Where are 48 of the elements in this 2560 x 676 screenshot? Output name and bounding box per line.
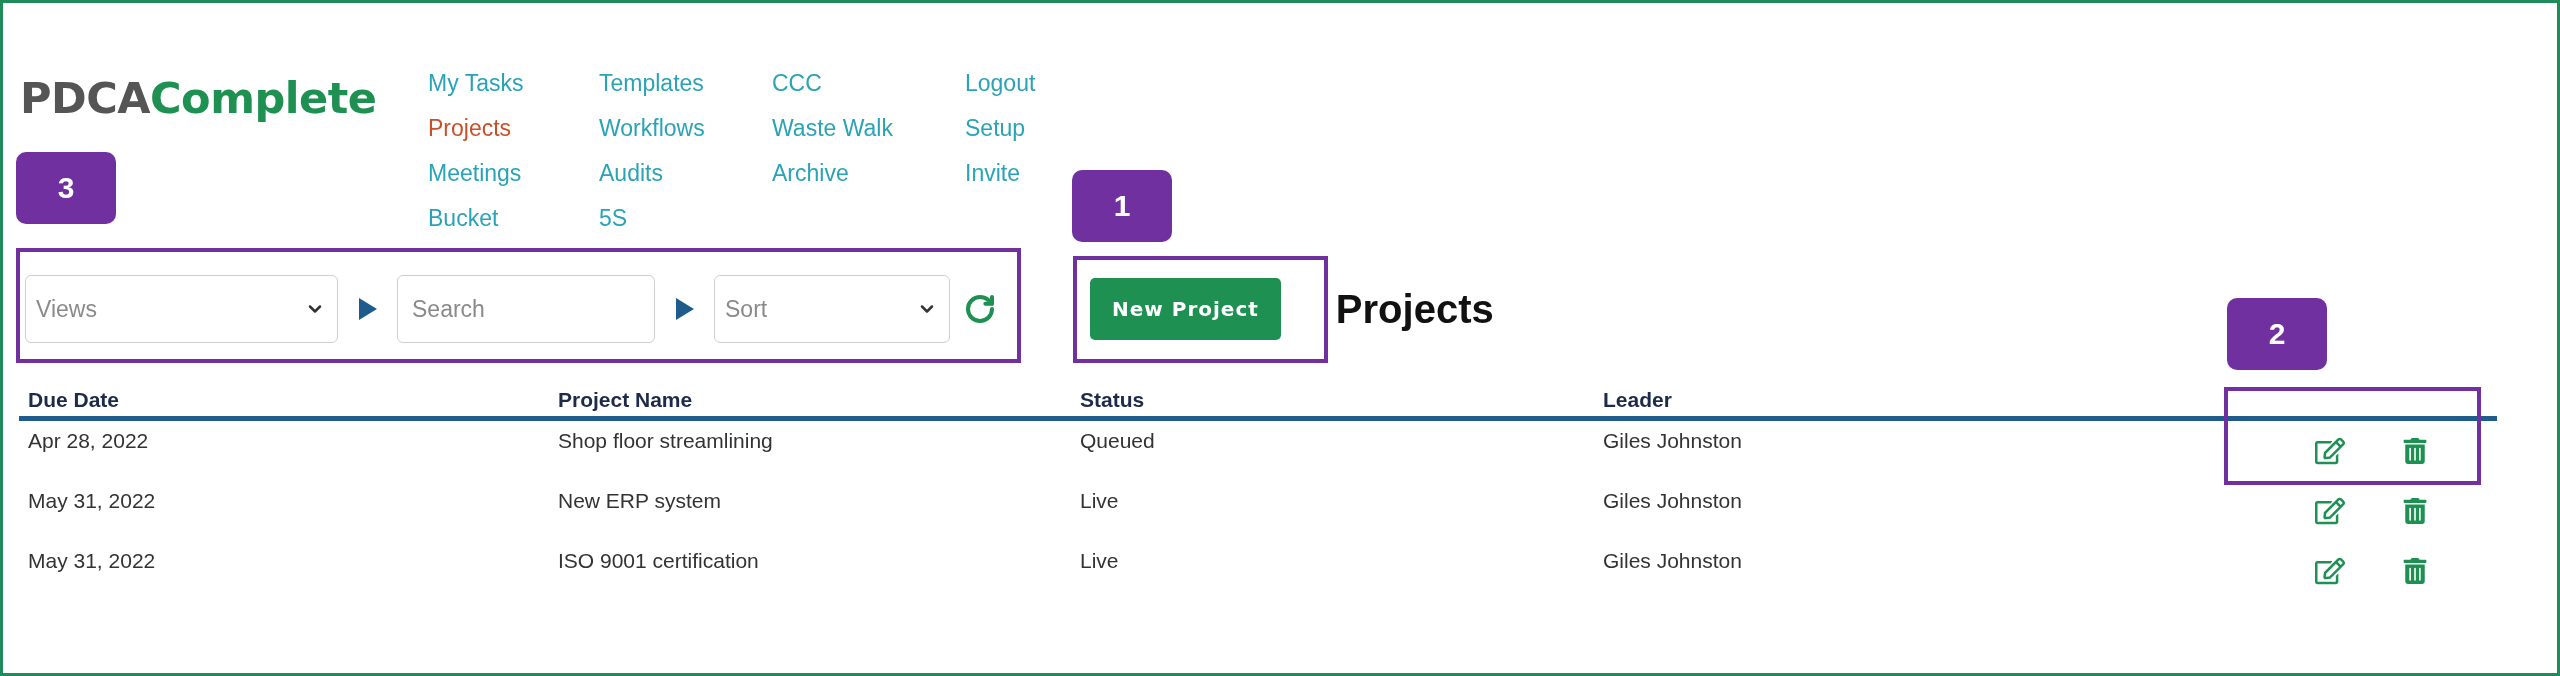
nav-link[interactable]: Setup — [965, 110, 1026, 155]
nav-link[interactable]: Archive — [772, 155, 849, 200]
table-cell-text: Live — [1080, 548, 1120, 574]
table-cell-text: Giles Johnston — [1603, 548, 1743, 574]
nav-link[interactable]: Bucket — [428, 200, 499, 245]
nav-link[interactable]: My Tasks — [428, 65, 524, 110]
callout-label: 2 — [2227, 298, 2327, 370]
nav-link[interactable]: Waste Walk — [772, 110, 893, 155]
table-cell-text: ISO 9001 certification — [558, 548, 760, 574]
trash-icon[interactable] — [2402, 558, 2428, 584]
callout-label: 1 — [1072, 170, 1172, 242]
column-header: Due Date — [28, 387, 121, 412]
search-field[interactable]: Search — [397, 275, 655, 343]
sort-dropdown[interactable]: Sort — [714, 275, 950, 343]
column-header: Project Name — [558, 387, 694, 412]
edit-icon[interactable] — [2315, 556, 2345, 586]
triangle-arrow-icon — [358, 298, 377, 320]
nav-link[interactable]: Workflows — [599, 110, 705, 155]
column-header: Leader — [1603, 387, 1673, 412]
trash-icon[interactable] — [2402, 438, 2428, 464]
edit-icon[interactable] — [2315, 496, 2345, 526]
nav-link[interactable]: Templates — [599, 65, 704, 110]
page-title: Projects — [1335, 286, 1494, 332]
nav-link[interactable]: Logout — [965, 65, 1036, 110]
table-cell-text: Live — [1080, 488, 1120, 514]
nav-link[interactable]: 5S — [599, 200, 628, 245]
table-cell-text: Apr 28, 2022 — [28, 428, 150, 454]
logo: PDCAComplete — [20, 73, 378, 123]
edit-icon[interactable] — [2315, 436, 2345, 466]
nav-link[interactable]: Projects — [428, 110, 512, 155]
nav-link[interactable]: CCC — [772, 65, 822, 110]
views-dropdown[interactable]: Views — [25, 275, 338, 343]
table-cell-text: New ERP system — [558, 488, 722, 514]
callout-label: 3 — [16, 152, 116, 224]
table-cell-text: Shop floor streamlining — [558, 428, 774, 454]
table-cell-text: Giles Johnston — [1603, 488, 1743, 514]
table-cell-text: May 31, 2022 — [28, 548, 157, 574]
nav-link[interactable]: Meetings — [428, 155, 522, 200]
triangle-arrow-icon — [675, 298, 694, 320]
table-cell-text: Queued — [1080, 428, 1156, 454]
trash-icon[interactable] — [2402, 498, 2428, 524]
refresh-icon[interactable] — [964, 293, 996, 325]
column-header: Status — [1080, 387, 1146, 412]
nav-link[interactable]: Audits — [599, 155, 663, 200]
table-cell-text: May 31, 2022 — [28, 488, 157, 514]
nav-link[interactable]: Invite — [965, 155, 1020, 200]
table-cell-text: Giles Johnston — [1603, 428, 1743, 454]
new-project-button[interactable]: New Project — [1090, 278, 1281, 340]
